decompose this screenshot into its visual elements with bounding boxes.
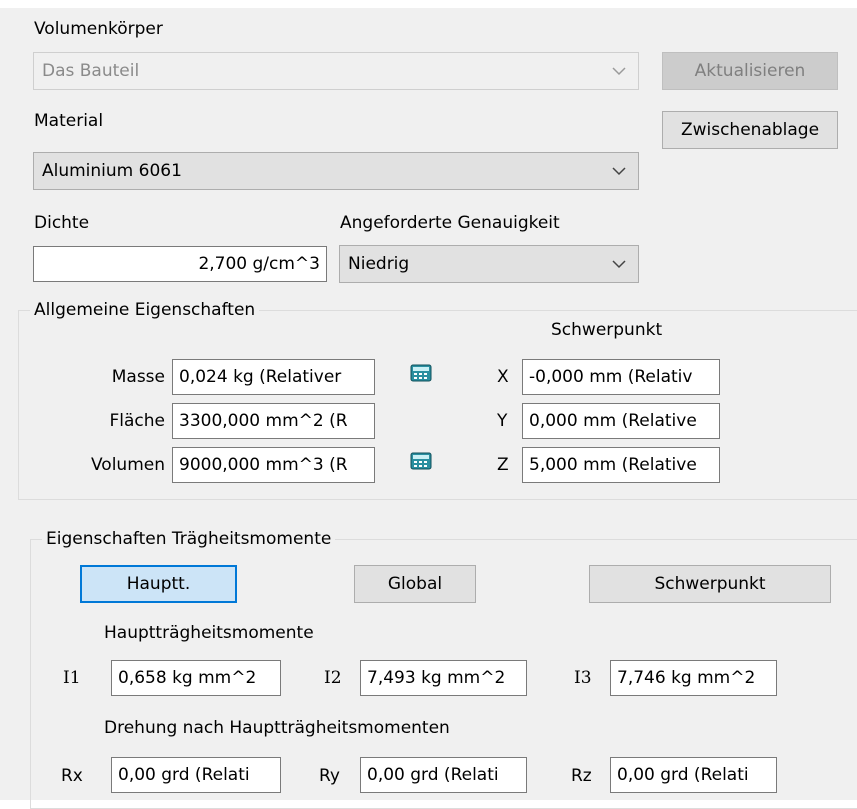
z-field[interactable]: 5,000 mm (Relative	[522, 447, 720, 483]
solid-label: Volumenkörper	[34, 19, 163, 39]
inertia-properties-title: Eigenschaften Trägheitsmomente	[42, 528, 336, 550]
area-label: Fläche	[109, 411, 166, 431]
clipboard-button[interactable]: Zwischenablage	[662, 111, 838, 149]
y-field[interactable]: 0,000 mm (Relative	[522, 403, 720, 439]
mass-field[interactable]: 0,024 kg (Relativer	[172, 359, 375, 395]
i2-label: I2	[324, 668, 342, 688]
density-label: Dichte	[34, 213, 90, 233]
update-button: Aktualisieren	[662, 52, 838, 90]
x-field[interactable]: -0,000 mm (Relativ	[522, 359, 720, 395]
mass-label: Masse	[111, 367, 165, 387]
accuracy-value: Niedrig	[348, 254, 410, 274]
ry-label: Ry	[319, 766, 340, 786]
rx-label: Rx	[61, 766, 83, 786]
principal-axes-button[interactable]: Hauptt.	[80, 565, 237, 603]
rotation-label: Drehung nach Hauptträgheitsmomenten	[104, 718, 450, 738]
z-label: Z	[497, 455, 509, 475]
material-label: Material	[34, 111, 104, 131]
density-field[interactable]: 2,700 g/cm^3	[33, 246, 327, 282]
general-properties-title: Allgemeine Eigenschaften	[30, 299, 260, 321]
rx-field[interactable]: 0,00 grd (Relati	[111, 757, 281, 793]
accuracy-label: Angeforderte Genauigkeit	[340, 213, 560, 233]
material-value: Aluminium 6061	[42, 161, 182, 181]
i1-field[interactable]: 0,658 kg mm^2	[111, 660, 281, 696]
global-button[interactable]: Global	[354, 565, 476, 603]
rz-label: Rz	[571, 766, 592, 786]
accuracy-combobox[interactable]: Niedrig	[339, 245, 639, 283]
i3-field[interactable]: 7,746 kg mm^2	[610, 660, 777, 696]
calculator-icon[interactable]	[410, 452, 432, 470]
center-of-gravity-label: Schwerpunkt	[551, 320, 663, 340]
top-edge	[0, 0, 857, 8]
i3-label: I3	[574, 668, 592, 688]
i2-field[interactable]: 7,493 kg mm^2	[360, 660, 527, 696]
area-field[interactable]: 3300,000 mm^2 (R	[172, 403, 375, 439]
rz-field[interactable]: 0,00 grd (Relati	[610, 757, 777, 793]
solid-value: Das Bauteil	[42, 61, 140, 81]
calculator-icon[interactable]	[410, 364, 432, 382]
y-label: Y	[497, 411, 508, 431]
chevron-down-icon	[612, 260, 626, 269]
i1-label: I1	[63, 668, 81, 688]
principal-moments-label: Hauptträgheitsmomente	[104, 623, 314, 643]
material-combobox[interactable]: Aluminium 6061	[33, 152, 639, 190]
center-of-gravity-button[interactable]: Schwerpunkt	[589, 565, 831, 603]
volume-label: Volumen	[90, 455, 165, 475]
chevron-down-icon	[612, 167, 626, 176]
solid-combobox: Das Bauteil	[33, 52, 639, 90]
chevron-down-icon	[612, 67, 626, 76]
ry-field[interactable]: 0,00 grd (Relati	[360, 757, 527, 793]
x-label: X	[497, 367, 509, 387]
volume-field[interactable]: 9000,000 mm^3 (R	[172, 447, 375, 483]
